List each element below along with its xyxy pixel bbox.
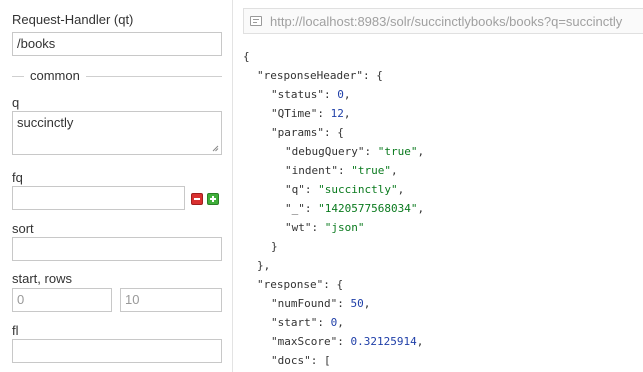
json-punctuation: : { — [323, 278, 344, 291]
json-line: "responseHeader": { — [257, 69, 383, 83]
json-number-value: 50 — [350, 297, 364, 310]
json-key: "QTime" — [271, 107, 318, 120]
resize-grip-icon[interactable] — [212, 145, 219, 152]
json-comma: , — [343, 88, 351, 101]
q-textarea[interactable]: succinctly — [12, 111, 222, 155]
json-key: "params" — [271, 126, 324, 139]
fieldset-line-left — [12, 76, 24, 77]
json-line: { — [243, 50, 250, 64]
json-line: }, — [257, 259, 270, 273]
request-handler-input[interactable]: /books — [12, 32, 222, 56]
json-comma: , — [343, 107, 351, 120]
json-number-value: 12 — [330, 107, 344, 120]
json-punctuation: { — [243, 50, 250, 63]
json-number-value: 0.32125914 — [350, 335, 417, 348]
remove-fq-button[interactable] — [191, 193, 203, 205]
json-punctuation: : { — [323, 126, 344, 139]
json-line: "start": 0, — [271, 316, 344, 329]
json-key: "wt" — [285, 221, 312, 234]
json-key: "q" — [285, 183, 305, 196]
json-punctuation: : { — [362, 69, 383, 82]
request-handler-label: Request-Handler (qt) — [12, 12, 134, 27]
json-string-value: "1420577568034" — [318, 202, 418, 215]
q-label: q — [12, 95, 20, 110]
json-key: "responseHeader" — [257, 69, 363, 82]
json-string-value: "succinctly" — [318, 183, 398, 196]
json-punctuation: : [ — [310, 354, 331, 367]
q-value: succinctly — [17, 115, 74, 130]
json-line: "response": { — [257, 278, 343, 292]
json-line: } — [271, 240, 278, 254]
request-url-link[interactable]: http://localhost:8983/solr/succinctlyboo… — [270, 14, 622, 29]
json-string-value: "json" — [324, 221, 365, 234]
json-key: "debugQuery" — [285, 145, 365, 158]
json-number-value: 0 — [337, 88, 344, 101]
url-document-icon — [250, 16, 262, 26]
json-comma: , — [337, 316, 344, 329]
json-line: "indent": "true", — [285, 164, 398, 177]
json-key: "start" — [271, 316, 318, 329]
json-line: "numFound": 50, — [271, 297, 371, 310]
sort-label: sort — [12, 221, 34, 236]
json-line: "docs": [ — [271, 354, 331, 368]
json-key: "_" — [285, 202, 305, 215]
json-comma: , — [416, 335, 424, 348]
rows-input[interactable]: 10 — [120, 288, 222, 312]
json-string-value: "true" — [351, 164, 391, 177]
json-line: "status": 0, — [271, 88, 351, 101]
json-line: "_": "1420577568034", — [285, 202, 425, 215]
panel-divider — [232, 0, 233, 372]
json-line: "q": "succinctly", — [285, 183, 405, 196]
json-line: "maxScore": 0.32125914, — [271, 335, 424, 348]
json-punctuation: }, — [257, 259, 271, 272]
fq-label: fq — [12, 170, 23, 185]
json-key: "docs" — [271, 354, 311, 367]
common-legend: common — [26, 68, 84, 84]
json-key: "numFound" — [271, 297, 338, 310]
sort-input[interactable] — [12, 237, 222, 261]
json-punctuation: } — [271, 240, 278, 253]
json-line: "QTime": 12, — [271, 107, 351, 120]
json-key: "indent" — [285, 164, 338, 177]
fl-input[interactable] — [12, 339, 222, 363]
start-input[interactable]: 0 — [12, 288, 112, 312]
request-url-bar[interactable]: http://localhost:8983/solr/succinctlyboo… — [243, 8, 643, 34]
fl-label: fl — [12, 323, 19, 338]
json-line: "wt": "json" — [285, 221, 365, 234]
json-comma: , — [397, 183, 405, 196]
json-line: "params": { — [271, 126, 344, 140]
start-rows-label: start, rows — [12, 271, 72, 286]
fieldset-line-right — [86, 76, 222, 77]
json-comma: , — [417, 145, 425, 158]
add-fq-button[interactable] — [207, 193, 219, 205]
json-key: "maxScore" — [271, 335, 338, 348]
fq-input[interactable] — [12, 186, 185, 210]
json-comma: , — [417, 202, 425, 215]
json-key: "status" — [271, 88, 324, 101]
json-string-value: "true" — [377, 145, 418, 158]
query-form-panel: Request-Handler (qt) /books common q suc… — [0, 0, 232, 372]
json-line: "debugQuery": "true", — [285, 145, 425, 158]
json-comma: , — [363, 297, 371, 310]
json-key: "response" — [257, 278, 324, 291]
json-comma: , — [390, 164, 398, 177]
